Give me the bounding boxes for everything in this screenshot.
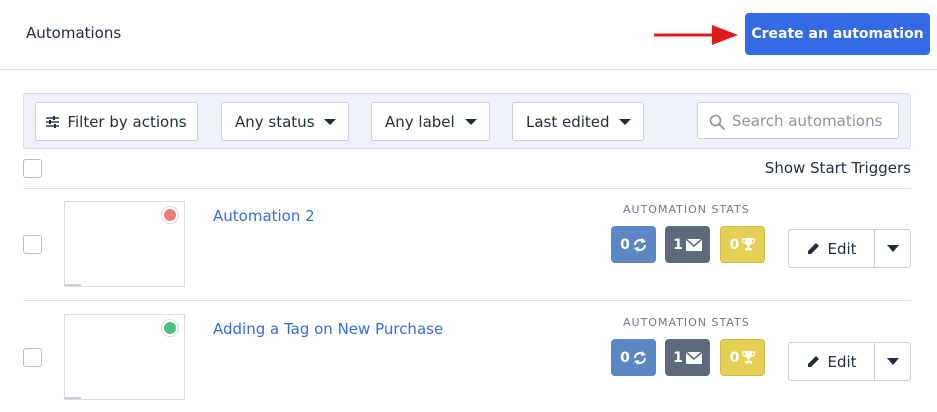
status-dot-icon — [162, 207, 178, 223]
row-checkbox[interactable] — [23, 235, 42, 254]
trophy-icon — [742, 351, 756, 364]
refresh-icon — [633, 237, 646, 252]
edit-button-label: Edit — [827, 239, 857, 258]
automation-thumbnail[interactable] — [64, 201, 185, 287]
trophy-icon — [742, 238, 756, 251]
top-bar: Automations Create an automation — [0, 0, 937, 70]
edit-button-group: Edit — [788, 229, 911, 268]
filter-bar: Filter by actions Any status Any label L… — [23, 93, 911, 149]
sort-dropdown[interactable]: Last edited — [512, 102, 644, 141]
goals-stat-badge[interactable]: 0 — [720, 339, 765, 376]
goals-count: 0 — [729, 236, 740, 253]
pencil-icon — [808, 356, 820, 367]
label-dropdown-label: Any label — [385, 112, 455, 131]
automation-thumbnail[interactable] — [64, 314, 185, 400]
show-start-triggers-link[interactable]: Show Start Triggers — [765, 159, 911, 177]
edit-options-dropdown[interactable] — [875, 230, 911, 267]
edit-options-dropdown[interactable] — [875, 343, 911, 380]
contacts-stat-badge[interactable]: 0 — [611, 339, 656, 376]
contacts-count: 0 — [620, 236, 630, 253]
search-icon — [709, 114, 725, 130]
emails-count: 1 — [673, 236, 683, 253]
sort-dropdown-label: Last edited — [526, 112, 610, 131]
emails-stat-badge[interactable]: 1 — [665, 226, 710, 263]
red-arrow-icon — [654, 25, 738, 45]
edit-button[interactable]: Edit — [789, 343, 875, 380]
emails-count: 1 — [673, 349, 683, 366]
select-all-checkbox[interactable] — [23, 159, 42, 178]
goals-stat-badge[interactable]: 0 — [720, 226, 765, 263]
thumbnail-tab — [65, 284, 81, 286]
sliders-icon — [46, 115, 60, 128]
automation-row: Adding a Tag on New Purchase AUTOMATION … — [0, 302, 937, 412]
refresh-icon — [633, 350, 646, 365]
goals-count: 0 — [729, 349, 740, 366]
row-checkbox[interactable] — [23, 348, 42, 367]
filter-by-actions-label: Filter by actions — [67, 112, 187, 131]
chevron-down-icon — [324, 119, 336, 125]
search-box — [697, 102, 899, 139]
divider — [23, 300, 911, 301]
envelope-icon — [685, 238, 702, 251]
edit-button-group: Edit — [788, 342, 911, 381]
filter-by-actions-button[interactable]: Filter by actions — [35, 102, 198, 141]
contacts-stat-badge[interactable]: 0 — [611, 226, 656, 263]
automation-stats-label: AUTOMATION STATS — [623, 316, 750, 329]
automation-name-link[interactable]: Adding a Tag on New Purchase — [213, 320, 443, 338]
envelope-icon — [685, 351, 702, 364]
status-dropdown-label: Any status — [235, 112, 315, 131]
edit-button-label: Edit — [827, 352, 857, 371]
automation-stats-label: AUTOMATION STATS — [623, 203, 750, 216]
thumbnail-tab — [65, 397, 81, 399]
pencil-icon — [808, 243, 820, 254]
contacts-count: 0 — [620, 349, 630, 366]
automation-row: Automation 2 AUTOMATION STATS 0 1 0 Edit — [0, 189, 937, 301]
chevron-down-icon — [619, 119, 631, 125]
search-input[interactable] — [732, 109, 892, 133]
chevron-down-icon — [465, 119, 477, 125]
label-dropdown[interactable]: Any label — [371, 102, 490, 141]
status-dropdown[interactable]: Any status — [221, 102, 349, 141]
emails-stat-badge[interactable]: 1 — [665, 339, 710, 376]
status-dot-icon — [162, 320, 178, 336]
automation-name-link[interactable]: Automation 2 — [213, 207, 315, 225]
create-automation-button[interactable]: Create an automation — [745, 13, 930, 55]
edit-button[interactable]: Edit — [789, 230, 875, 267]
page-title: Automations — [26, 24, 122, 42]
